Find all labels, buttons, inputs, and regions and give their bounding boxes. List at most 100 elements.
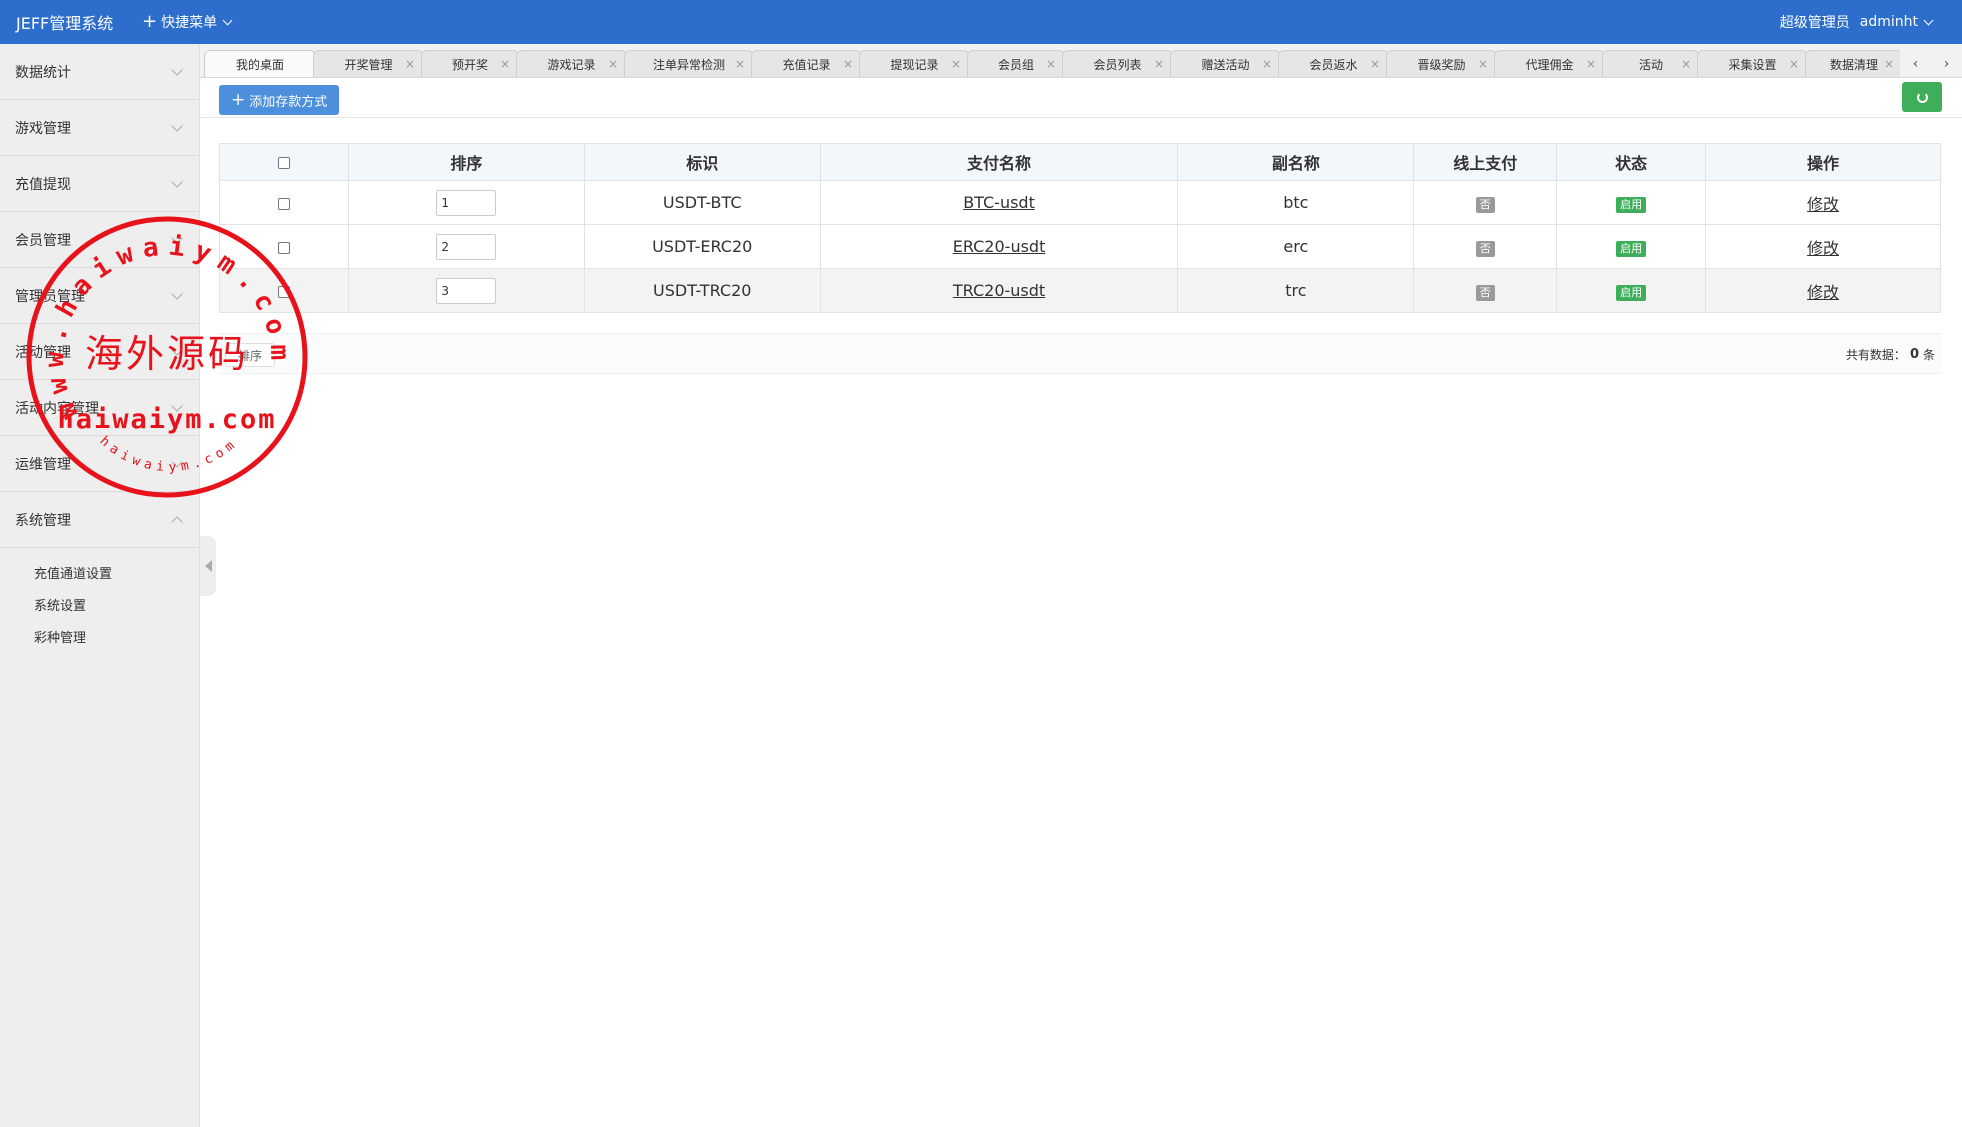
total-prefix: 共有数据： — [1845, 348, 1906, 362]
sidebar-item-activity-content[interactable]: 活动内容管理 — [0, 380, 199, 436]
sidebar-collapse-handle[interactable] — [200, 536, 216, 596]
add-deposit-method-button[interactable]: + 添加存款方式 — [219, 85, 340, 115]
row-checkbox[interactable] — [277, 285, 290, 298]
tab-close-icon[interactable]: × — [951, 57, 961, 71]
online-cell: 否 — [1413, 268, 1558, 313]
sub-name-cell: btc — [1177, 180, 1415, 225]
tab-close-icon[interactable]: × — [735, 57, 745, 71]
online-cell: 否 — [1413, 180, 1558, 225]
sidebar-item-admins[interactable]: 管理员管理 — [0, 268, 199, 324]
tab[interactable]: 开奖管理 × — [313, 50, 424, 77]
sidebar-item-games[interactable]: 游戏管理 — [0, 100, 199, 156]
tab-close-icon[interactable]: × — [1262, 57, 1272, 71]
tab-close-icon[interactable]: × — [405, 57, 415, 71]
sidebar-subitem-system-settings[interactable]: 系统设置 — [0, 588, 199, 620]
tab-close-icon[interactable]: × — [500, 57, 510, 71]
quick-menu-label: 快捷菜单 — [161, 15, 218, 31]
sidebar-item-deposit-withdraw[interactable]: 充值提现 — [0, 156, 199, 212]
status-cell: 启用 — [1556, 224, 1707, 269]
status-badge[interactable]: 启用 — [1616, 240, 1647, 257]
tab[interactable]: 游戏记录 × — [516, 50, 627, 77]
sidebar-item-stats[interactable]: 数据统计 — [0, 44, 199, 100]
tab-close-icon[interactable]: × — [1789, 57, 1799, 71]
tab[interactable]: 代理佣金 × — [1494, 50, 1605, 77]
tab-close-icon[interactable]: × — [1154, 57, 1164, 71]
sidebar-subitem-lottery-types[interactable]: 彩种管理 — [0, 620, 199, 652]
tab-close-icon[interactable]: × — [1681, 57, 1691, 71]
tab-close-icon[interactable]: × — [1478, 57, 1488, 71]
user-menu-button[interactable]: adminht — [1860, 14, 1934, 30]
tab-close-icon[interactable]: × — [843, 57, 853, 71]
tab-list: 我的桌面 开奖管理 × 预开奖 × 游戏记录 × 注单异常检测 × 充值记录 × 提现记录 × 会员组 × 会… — [204, 50, 1903, 77]
column-header-sub-name: 副名称 — [1177, 143, 1415, 181]
table-header-row: 排序 标识 支付名称 副名称 线上支付 状态 操作 — [219, 143, 1941, 181]
online-badge[interactable]: 否 — [1475, 196, 1495, 213]
status-badge[interactable]: 启用 — [1616, 196, 1647, 213]
sidebar-item-members[interactable]: 会员管理 — [0, 212, 199, 268]
tab-close-icon[interactable]: × — [1586, 57, 1596, 71]
tab-nav: ‹ › — [1900, 50, 1962, 77]
total-suffix: 条 — [1922, 348, 1935, 362]
sort-order-input[interactable] — [436, 189, 497, 216]
code-cell: USDT-ERC20 — [583, 224, 821, 269]
sidebar-item-label: 活动管理 — [15, 344, 71, 361]
tab[interactable]: 会员列表 × — [1062, 50, 1173, 77]
sidebar-subitem-recharge-channel[interactable]: 充值通道设置 — [0, 556, 199, 588]
sort-button[interactable]: 排序 — [225, 343, 276, 367]
row-checkbox[interactable] — [277, 241, 290, 254]
status-cell: 启用 — [1556, 268, 1707, 313]
tab[interactable]: 预开奖 × — [421, 50, 519, 77]
pay-name-link[interactable]: BTC-usdt — [963, 193, 1035, 212]
sidebar-item-label: 会员管理 — [15, 232, 71, 249]
action-cell: 修改 — [1705, 268, 1941, 313]
pay-name-link[interactable]: TRC20-usdt — [953, 281, 1045, 300]
top-bar: JEFF管理系统 + 快捷菜单 超级管理员 adminht — [0, 0, 1962, 44]
tab[interactable]: 我的桌面 — [204, 50, 316, 77]
sort-order-input[interactable] — [436, 277, 497, 304]
tab[interactable]: 会员组 × — [967, 50, 1065, 77]
column-header-pay-name: 支付名称 — [819, 143, 1179, 181]
tab[interactable]: 活动 × — [1602, 50, 1700, 77]
tab-close-icon[interactable]: × — [1884, 57, 1894, 71]
column-header-action: 操作 — [1705, 143, 1941, 181]
tab[interactable]: 赠送活动 × — [1170, 50, 1281, 77]
tab[interactable]: 充值记录 × — [751, 50, 862, 77]
online-badge[interactable]: 否 — [1475, 240, 1495, 257]
edit-link[interactable]: 修改 — [1807, 239, 1839, 258]
tab[interactable]: 采集设置 × — [1697, 50, 1808, 77]
row-checkbox[interactable] — [277, 197, 290, 210]
refresh-button[interactable] — [1902, 82, 1942, 112]
chevron-down-icon — [171, 175, 183, 188]
plus-icon: + — [231, 89, 246, 110]
sidebar-item-system[interactable]: 系统管理 — [0, 492, 199, 548]
payment-methods-table: 排序 标识 支付名称 副名称 线上支付 状态 操作 USDT-BTC BTC-u… — [219, 143, 1941, 313]
tab[interactable]: 晋级奖励 × — [1386, 50, 1497, 77]
tab-close-icon[interactable]: × — [1046, 57, 1056, 71]
edit-link[interactable]: 修改 — [1807, 283, 1839, 302]
sub-name-cell: erc — [1177, 224, 1415, 269]
pay-name-link[interactable]: ERC20-usdt — [953, 237, 1046, 256]
tab[interactable]: 数据清理 × — [1805, 50, 1903, 77]
tab-next-icon[interactable]: › — [1944, 56, 1950, 72]
sort-order-input[interactable] — [436, 233, 497, 260]
tab-close-icon[interactable]: × — [1370, 57, 1380, 71]
chevron-down-icon — [171, 63, 183, 76]
total-number: 0 — [1909, 347, 1919, 362]
action-cell: 修改 — [1705, 180, 1941, 225]
tab[interactable]: 注单异常检测 × — [624, 50, 754, 77]
tab-prev-icon[interactable]: ‹ — [1913, 56, 1919, 72]
tab-close-icon[interactable]: × — [608, 57, 618, 71]
column-header-sort: 排序 — [347, 143, 585, 181]
sidebar-item-ops[interactable]: 运维管理 — [0, 436, 199, 492]
online-cell: 否 — [1413, 224, 1558, 269]
quick-menu-button[interactable]: + 快捷菜单 — [142, 12, 233, 32]
select-all-checkbox[interactable] — [277, 157, 290, 169]
online-badge[interactable]: 否 — [1475, 284, 1495, 301]
tab[interactable]: 会员返水 × — [1278, 50, 1389, 77]
status-badge[interactable]: 启用 — [1616, 284, 1647, 301]
sort-cell — [347, 180, 585, 225]
tab[interactable]: 提现记录 × — [859, 50, 970, 77]
sidebar-item-activities[interactable]: 活动管理 — [0, 324, 199, 380]
total-count: 共有数据： 0 条 — [1846, 334, 1935, 375]
edit-link[interactable]: 修改 — [1807, 195, 1839, 214]
